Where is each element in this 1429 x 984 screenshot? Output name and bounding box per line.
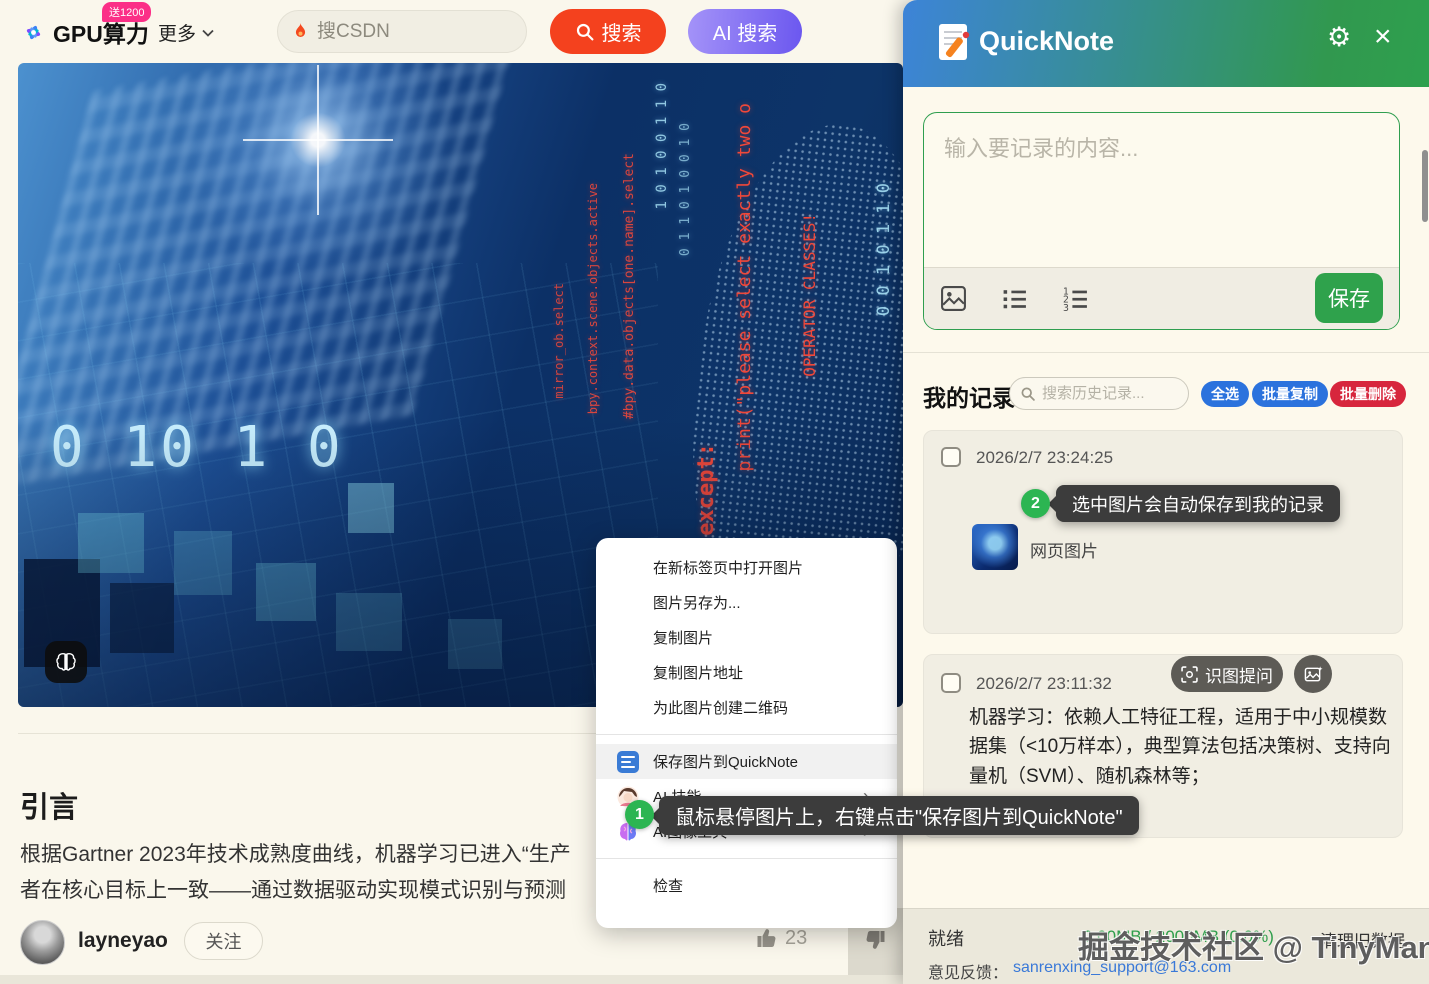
record-date: 2026/2/7 23:11:32 bbox=[976, 674, 1112, 694]
bullet-list-button[interactable] bbox=[1001, 285, 1028, 312]
menu-item-copy-image-address[interactable]: 复制图片地址 bbox=[596, 655, 897, 690]
logo-sparkle-icon bbox=[20, 19, 47, 46]
menu-separator bbox=[596, 858, 897, 859]
numbered-list-button[interactable]: 123 bbox=[1062, 285, 1089, 312]
quicknote-logo-icon bbox=[935, 20, 973, 66]
thumbs-up-icon bbox=[755, 926, 780, 950]
page-bottom-strip bbox=[0, 975, 903, 984]
feedback-label: 意见反馈： bbox=[928, 959, 1008, 983]
quicknote-doc-icon bbox=[617, 751, 639, 773]
menu-item-create-qr-code[interactable]: 为此图片创建二维码 bbox=[596, 690, 897, 725]
site-search-box bbox=[277, 10, 527, 53]
author-avatar[interactable] bbox=[20, 920, 65, 965]
close-icon[interactable]: × bbox=[1374, 20, 1392, 54]
chevron-down-icon bbox=[202, 29, 214, 37]
record-image-label: 网页图片 bbox=[1030, 537, 1098, 562]
search-button[interactable]: 搜索 bbox=[550, 9, 666, 54]
watermark: 掘金技术社区 @ TinyManta bbox=[1078, 922, 1429, 967]
panel-divider bbox=[903, 352, 1429, 353]
panel-scrollbar-thumb[interactable] bbox=[1422, 150, 1428, 222]
records-title: 我的记录 bbox=[923, 379, 1015, 413]
dislike-button[interactable] bbox=[862, 928, 887, 957]
site-search-input[interactable] bbox=[317, 21, 487, 43]
record-checkbox[interactable] bbox=[941, 447, 961, 467]
select-all-button[interactable]: 全选 bbox=[1201, 381, 1249, 407]
menu-item-inspect[interactable]: 检查 bbox=[596, 868, 897, 903]
image-context-menu: 在新标签页中打开图片 图片另存为... 复制图片 复制图片地址 为此图片创建二维… bbox=[596, 538, 897, 928]
note-toolbar: 123 保存 bbox=[924, 267, 1399, 329]
scan-image-icon bbox=[1181, 666, 1198, 683]
menu-item-copy-image[interactable]: 复制图片 bbox=[596, 620, 897, 655]
batch-delete-button[interactable]: 批量删除 bbox=[1330, 381, 1406, 407]
menu-item-save-image-as[interactable]: 图片另存为... bbox=[596, 585, 897, 620]
batch-copy-button[interactable]: 批量复制 bbox=[1252, 381, 1328, 407]
brain-icon bbox=[54, 651, 78, 673]
record-date: 2026/2/7 23:24:25 bbox=[976, 448, 1113, 468]
record-image-thumbnail[interactable] bbox=[972, 524, 1018, 570]
note-editor-card: 123 保存 bbox=[923, 112, 1400, 330]
tour-step-1-badge: 1 bbox=[625, 800, 654, 829]
record-text: 机器学习：依赖人工特征工程，适用于中小规模数据集（<10万样本），典型算法包括决… bbox=[969, 703, 1393, 791]
like-count: 23 bbox=[785, 927, 807, 950]
ai-brain-overlay-button[interactable] bbox=[45, 641, 87, 683]
tour-step-1-tooltip: 鼠标悬停图片上，右键点击"保存图片到QuickNote" bbox=[659, 796, 1139, 835]
record-checkbox[interactable] bbox=[941, 673, 961, 693]
insert-image-button[interactable] bbox=[940, 285, 967, 312]
article-heading: 引言 bbox=[20, 784, 78, 826]
note-input[interactable] bbox=[924, 113, 1399, 267]
search-icon bbox=[575, 22, 595, 42]
thumbs-down-icon bbox=[862, 928, 887, 952]
vision-ask-button[interactable]: 识图提问 bbox=[1171, 656, 1283, 692]
quicknote-title: QuickNote bbox=[979, 26, 1114, 57]
records-search-input[interactable] bbox=[1042, 385, 1172, 402]
like-button[interactable]: 23 bbox=[755, 926, 807, 950]
records-search-box bbox=[1009, 377, 1189, 410]
image-action-button[interactable] bbox=[1294, 655, 1332, 693]
menu-item-open-image-new-tab[interactable]: 在新标签页中打开图片 bbox=[596, 550, 897, 585]
tour-step-2-badge: 2 bbox=[1021, 489, 1050, 518]
search-icon bbox=[1020, 386, 1036, 402]
tour-step-2-tooltip: 选中图片会自动保存到我的记录 bbox=[1056, 485, 1340, 522]
menu-item-save-to-quicknote[interactable]: 保存图片到QuickNote bbox=[596, 744, 897, 779]
image-sparkle-icon bbox=[1304, 665, 1323, 684]
records-header: 我的记录 全选 批量复制 批量删除 bbox=[903, 375, 1429, 415]
save-note-button[interactable]: 保存 bbox=[1315, 273, 1383, 323]
site-header: GPU算力 送1200 更多 搜索 AI 搜索 bbox=[0, 0, 903, 62]
svg-text:3: 3 bbox=[1063, 303, 1069, 312]
quicknote-header: QuickNote ⚙ × bbox=[903, 0, 1429, 87]
promo-badge: 送1200 bbox=[102, 2, 151, 22]
ai-search-button[interactable]: AI 搜索 bbox=[688, 9, 802, 54]
status-text: 就绪 bbox=[928, 925, 964, 951]
flame-icon bbox=[292, 22, 309, 42]
more-menu[interactable]: 更多 bbox=[158, 19, 214, 46]
author-name[interactable]: layneyao bbox=[78, 929, 168, 953]
record-card: 2026/2/7 23:24:25 网页图片 bbox=[923, 430, 1403, 634]
settings-gear-icon[interactable]: ⚙ bbox=[1327, 22, 1351, 53]
follow-button[interactable]: 关注 bbox=[184, 922, 263, 960]
menu-separator bbox=[596, 734, 897, 735]
